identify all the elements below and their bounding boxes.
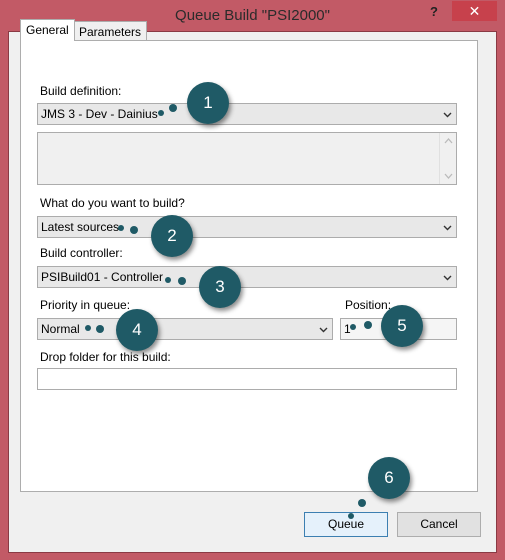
queue-button[interactable]: Queue [304, 512, 388, 537]
chevron-down-icon [443, 275, 452, 281]
build-definition-dropdown[interactable]: JMS 3 - Dev - Dainius [37, 103, 457, 125]
priority-label: Priority in queue: [40, 298, 131, 312]
callout-marker [165, 277, 171, 283]
callout-marker [96, 325, 104, 333]
close-button[interactable]: ✕ [452, 1, 497, 21]
chevron-down-icon [443, 225, 452, 231]
tab-parameters[interactable]: Parameters [73, 21, 148, 41]
build-definition-value: JMS 3 - Dev - Dainius [41, 107, 158, 121]
callout-3: 3 [199, 266, 241, 308]
scroll-up-icon [444, 138, 453, 144]
callout-marker [118, 225, 124, 231]
callout-marker [358, 499, 366, 507]
build-controller-dropdown[interactable]: PSIBuild01 - Controller [37, 266, 457, 288]
callout-1: 1 [187, 82, 229, 124]
position-value: 1 [344, 322, 351, 336]
callout-marker [348, 513, 354, 519]
drop-folder-input[interactable] [37, 368, 457, 390]
chevron-down-icon [443, 112, 452, 118]
chevron-down-icon [319, 327, 328, 333]
what-to-build-dropdown[interactable]: Latest sources [37, 216, 457, 238]
definition-description-box[interactable] [37, 132, 457, 185]
callout-marker [130, 226, 138, 234]
build-definition-label: Build definition: [40, 84, 122, 98]
priority-value: Normal [41, 322, 80, 336]
build-controller-value: PSIBuild01 - Controller [41, 270, 164, 284]
help-button[interactable]: ? [430, 4, 438, 19]
callout-2: 2 [151, 215, 193, 257]
callout-marker [169, 104, 177, 112]
scroll-down-icon [444, 173, 453, 179]
what-to-build-label: What do you want to build? [40, 196, 185, 210]
callout-4: 4 [116, 309, 158, 351]
build-controller-label: Build controller: [40, 246, 123, 260]
tab-general[interactable]: General [20, 19, 75, 41]
callout-marker [350, 324, 356, 330]
position-label: Position: [345, 298, 392, 312]
description-scrollbar[interactable] [439, 133, 456, 184]
callout-marker [178, 277, 186, 285]
callout-5: 5 [381, 305, 423, 347]
cancel-button[interactable]: Cancel [397, 512, 481, 537]
callout-marker [85, 325, 91, 331]
callout-6: 6 [368, 457, 410, 499]
priority-dropdown[interactable]: Normal [37, 318, 333, 340]
what-to-build-value: Latest sources [41, 220, 120, 234]
callout-marker [364, 321, 372, 329]
drop-folder-label: Drop folder for this build: [40, 350, 171, 364]
callout-marker [158, 110, 164, 116]
